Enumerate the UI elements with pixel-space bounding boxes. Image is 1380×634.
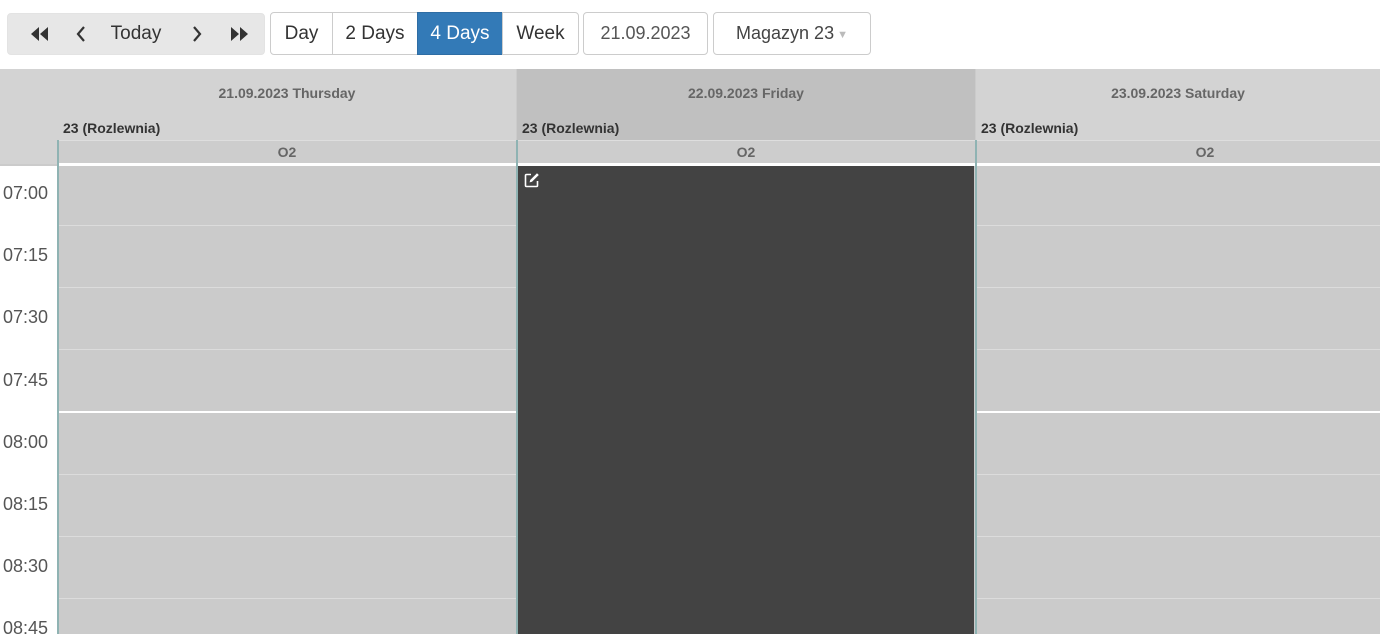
today-button[interactable]: Today: [100, 14, 172, 54]
column-separator: [975, 140, 977, 634]
sub-resource-header: O2: [976, 140, 1380, 163]
sub-resource-header: O2: [58, 140, 516, 163]
last-button[interactable]: [218, 14, 262, 54]
warehouse-select[interactable]: Magazyn 23 ▼: [713, 12, 871, 55]
slot-divider: [977, 225, 1380, 226]
date-input[interactable]: 21.09.2023: [583, 12, 708, 55]
time-label: 08:15: [3, 494, 49, 514]
slot-divider: [59, 225, 516, 226]
slot-divider: [977, 349, 1380, 350]
time-label: 08:45: [3, 618, 49, 634]
view-week-button[interactable]: Week: [502, 12, 579, 55]
calendar-grid: 21.09.2023 Thursday 22.09.2023 Friday 23…: [0, 69, 1380, 634]
resource-header: 23 (Rozlewnia): [58, 116, 516, 140]
view-day-button[interactable]: Day: [270, 12, 333, 55]
slot-divider: [59, 536, 516, 537]
day-column-saturday[interactable]: [977, 166, 1380, 634]
gutter-header: [0, 69, 58, 164]
next-button[interactable]: [178, 14, 216, 54]
view-4-days-button[interactable]: 4 Days: [417, 12, 503, 55]
view-switcher: Day 2 Days 4 Days Week: [270, 12, 579, 55]
resource-header: 23 (Rozlewnia): [517, 116, 975, 140]
calendar-toolbar: Today Day 2 Days 4 Days Week 21.09.2023 …: [0, 0, 1380, 69]
day-column-thursday[interactable]: [59, 166, 516, 634]
column-separator: [57, 140, 59, 634]
slot-divider: [59, 474, 516, 475]
double-chevron-left-icon: [29, 26, 49, 42]
edit-icon[interactable]: [524, 172, 540, 193]
day-header-friday[interactable]: 22.09.2023 Friday: [517, 69, 975, 116]
caret-down-icon: ▼: [837, 28, 848, 41]
hour-divider: [59, 411, 516, 413]
view-2-days-button[interactable]: 2 Days: [332, 12, 418, 55]
time-label: 07:00: [3, 183, 49, 203]
sub-resource-header: O2: [517, 140, 975, 163]
slot-divider: [59, 598, 516, 599]
date-navigation-group: Today: [7, 13, 265, 55]
time-label: 08:00: [3, 432, 49, 452]
column-separator: [516, 140, 518, 634]
slot-divider: [977, 536, 1380, 537]
time-label: 07:15: [3, 245, 49, 265]
hour-divider: [977, 411, 1380, 413]
slot-divider: [977, 287, 1380, 288]
chevron-left-icon: [75, 25, 87, 43]
slot-divider: [59, 287, 516, 288]
blocked-event-friday[interactable]: [518, 166, 974, 634]
resource-header: 23 (Rozlewnia): [976, 116, 1380, 140]
warehouse-select-value: Magazyn 23: [736, 23, 835, 43]
time-gutter: 07:00 07:15 07:30 07:45 08:00 08:15 08:3…: [0, 166, 58, 634]
first-button[interactable]: [16, 14, 62, 54]
prev-button[interactable]: [62, 14, 100, 54]
time-label: 07:30: [3, 307, 49, 327]
slot-divider: [977, 474, 1380, 475]
slot-divider: [59, 349, 516, 350]
chevron-right-icon: [191, 25, 203, 43]
day-header-thursday[interactable]: 21.09.2023 Thursday: [58, 69, 516, 116]
time-label: 08:30: [3, 556, 49, 576]
time-label: 07:45: [3, 370, 49, 390]
slot-divider: [977, 598, 1380, 599]
day-header-saturday[interactable]: 23.09.2023 Saturday: [976, 69, 1380, 116]
double-chevron-right-icon: [230, 26, 250, 42]
